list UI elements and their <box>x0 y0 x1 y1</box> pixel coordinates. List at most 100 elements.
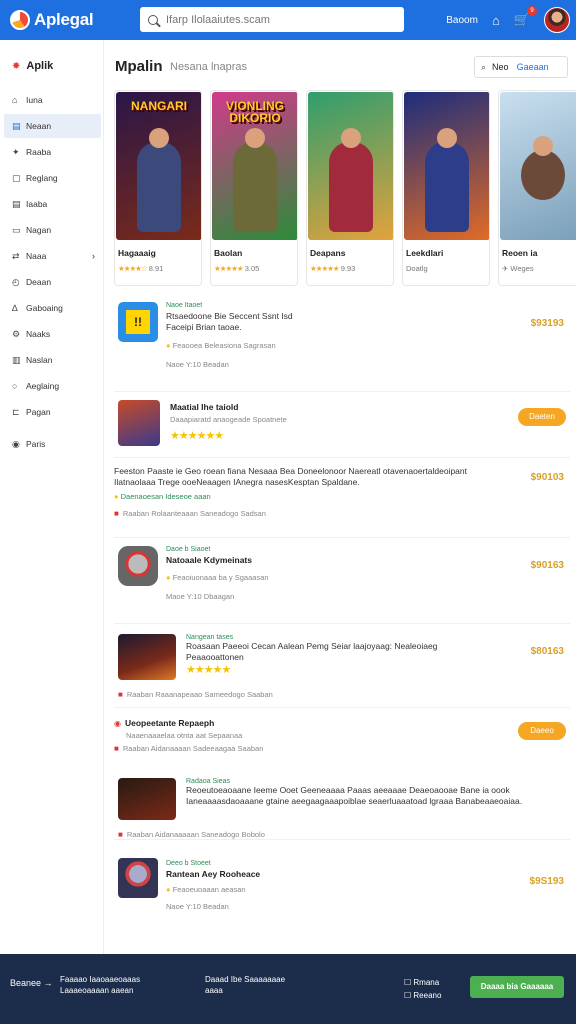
item-text: Daoe b Siaoet Natoaale Kdymeinats ● Feao… <box>166 546 269 601</box>
top-bar-actions: Baoom ⌂ 🛒 9 <box>446 0 570 40</box>
sidebar-item-3[interactable]: ✦ Raaba <box>4 140 101 164</box>
footer-checkbox-2[interactable]: ☐ Reeano <box>404 989 441 1002</box>
sidebar-title: Aplik <box>26 60 54 72</box>
character-figure <box>521 136 565 200</box>
app-icon <box>118 778 176 820</box>
home-icon: ⌂ <box>12 95 18 105</box>
sidebar-item-2[interactable]: ▤ Neaan <box>4 114 101 138</box>
card-score: 3.05 <box>244 264 260 273</box>
main-content: Mpalin Nesana lnapras ⌕ Neo Gaeaan NANGA… <box>104 40 576 954</box>
game-card[interactable]: Leekdlari Doatlg <box>402 90 490 286</box>
dot-icon: ◉ <box>12 438 20 449</box>
sidebar-item-7[interactable]: ⇄ Naaa › <box>4 244 101 268</box>
item-tag: Naoe Itaoet <box>166 302 203 309</box>
sidebar-item-14[interactable]: ◉ Paris <box>4 432 101 456</box>
item-price[interactable]: $9S193 <box>530 876 564 887</box>
sidebar-item-9[interactable]: ∆ Gaboaing <box>4 296 101 320</box>
game-card[interactable]: Deapans ★★★★★ 9.93 <box>306 90 394 286</box>
top-link[interactable]: Baoom <box>446 15 478 26</box>
filter-value: Gaeaan <box>516 62 549 72</box>
avatar[interactable] <box>544 7 570 33</box>
arrow-right-icon: → <box>43 978 53 988</box>
logo[interactable]: Aplegal <box>10 10 140 30</box>
item-text: Naoe Itaoet Rtsaedoone Bie Seccent Ssnt … <box>166 302 446 350</box>
item-title: Natoaale Kdymeinats <box>166 555 252 565</box>
logo-glyph: !! <box>126 310 150 334</box>
sidebar-item-label: Raaba <box>26 147 52 157</box>
card-title: Hagaaaig <box>118 248 156 258</box>
game-card[interactable]: Reoen ia ✈ Weges <box>498 90 576 286</box>
list-item[interactable]: ◉ Ueopeetante Repaeph Naaenaaaelaa otnta … <box>114 708 570 756</box>
item-price[interactable]: $90103 <box>531 472 564 483</box>
list-item[interactable]: Radaoa Sieas Reoeutoeaoaane Ieeme Ooet G… <box>114 756 570 840</box>
item-title-line: ◉ Ueopeetante Repaeph <box>114 718 263 728</box>
search-input[interactable] <box>166 13 386 26</box>
card-meta: Doatlg <box>406 264 428 273</box>
tablet-icon: ▤ <box>12 120 21 131</box>
item-title: Ueopeetante Repaeph <box>124 718 215 728</box>
game-card[interactable]: VIONLING DIKORIO Baolan ★★★★★ 3.05 <box>210 90 298 286</box>
item-meta-text: Feaooea Beleasiona Sagrasan <box>172 341 276 350</box>
star-rating: ★★★★★ <box>310 264 340 273</box>
app-list: !! Naoe Itaoet Rtsaedoone Bie Seccent Ss… <box>114 298 570 916</box>
list-item[interactable]: !! Naoe Itaoet Rtsaedoone Bie Seccent Ss… <box>114 298 570 392</box>
sidebar-item-4[interactable]: ▢ Reglang <box>4 166 101 190</box>
footer-cta-button[interactable]: Daaaa bia Gaaaaaa <box>470 976 564 998</box>
sidebar-item-label: Paris <box>26 439 46 449</box>
footer-link[interactable]: Beanee → <box>10 978 53 988</box>
item-meta: ● Feaoeuoaaan aeasan <box>166 885 260 894</box>
card-score: Weges <box>510 264 534 273</box>
flag-icon: ◉ <box>114 719 121 728</box>
cart-icon[interactable]: 🛒 9 <box>514 6 537 28</box>
action-button[interactable]: Daeeo <box>518 722 566 740</box>
sidebar-item-12[interactable]: ○ Aeglaing <box>4 374 101 398</box>
bell-icon[interactable]: ⌂ <box>492 13 500 28</box>
character-figure <box>425 128 469 232</box>
footer-column-1: Faaaao Iaaoaaeoaaas Laaaeoaaaan aaean <box>60 974 140 996</box>
item-price[interactable]: $93193 <box>531 318 564 329</box>
item-price[interactable]: $80163 <box>531 646 564 657</box>
action-button[interactable]: Daeten <box>518 408 566 426</box>
item-footer-text: Raaban Aidanaaaan Sadeeaagaa Saaban <box>122 744 264 753</box>
item-text: Feeston Paaste ie Geo roean fiana Nesaaa… <box>114 466 500 518</box>
item-price[interactable]: $90163 <box>531 560 564 571</box>
card-meta: ★★★★★ 3.05 <box>214 264 297 273</box>
item-meta-text: Feaoiuonaaa ba y Sgaaasan <box>172 573 269 582</box>
doc-icon: ▥ <box>12 354 21 365</box>
sidebar-item-label: Naslan <box>26 355 53 365</box>
item-footer: ■ Raaban Raaanapeaao Sameedogo Saaban <box>118 690 273 699</box>
sidebar-item-label: Naaa <box>26 251 47 261</box>
card-title: Reoen ia <box>502 248 538 258</box>
chevron-right-icon: › <box>92 251 95 261</box>
sidebar-header: ✸ Aplik <box>12 60 103 72</box>
footer-text: Laaaeoaaaan aaean <box>60 986 134 995</box>
sidebar-item-label: Aeglaing <box>26 381 60 391</box>
game-cover: NANGARI <box>116 92 201 240</box>
sidebar-item-8[interactable]: ◴ Deaan <box>4 270 101 294</box>
footer-option-label: Reeano <box>413 991 442 1000</box>
list-item[interactable]: Maatial Ihe taiold Daaapiaratd anaogeade… <box>114 392 570 458</box>
search-box[interactable] <box>140 7 404 32</box>
notification-badge: 9 <box>527 6 537 16</box>
sidebar-item-5[interactable]: ▤ Iaaba <box>4 192 101 216</box>
list-item[interactable]: Daoe b Siaoet Natoaale Kdymeinats ● Feao… <box>114 538 570 624</box>
filter-label: Neo <box>492 62 509 72</box>
game-card[interactable]: NANGARI Hagaaaig ★★★★☆ 8.91 <box>114 90 202 286</box>
item-description: Reoeutoeaoaane Ieeme Ooet Geeneaaaa Paaa… <box>186 785 523 806</box>
item-meta: ● Feaoiuonaaa ba y Sgaaasan <box>166 573 269 582</box>
list-item[interactable]: Nangean tases Roasaan Paeeoi Cecan Aalea… <box>114 624 570 708</box>
item-text: Maatial Ihe taiold Daaapiaratd anaogeade… <box>170 402 287 442</box>
sidebar-item-11[interactable]: ▥ Naslan <box>4 348 101 372</box>
sidebar-item-1[interactable]: ⌂ Iuna <box>4 88 101 112</box>
bookmark-icon: ■ <box>118 830 123 839</box>
list-item[interactable]: Feeston Paaste ie Geo roean fiana Nesaaa… <box>114 458 570 538</box>
filter-button[interactable]: ⌕ Neo Gaeaan <box>474 56 568 78</box>
sidebar-item-13[interactable]: ⊏ Pagan <box>4 400 101 424</box>
character-figure <box>329 128 373 232</box>
footer-link-label: Beanee <box>10 978 42 988</box>
card-title: Deapans <box>310 248 346 258</box>
sidebar-item-10[interactable]: ⚙ Naaks <box>4 322 101 346</box>
list-item[interactable]: Deeo b Stoeet Rantean Aey Rooheace ● Fea… <box>114 840 570 916</box>
sidebar-item-6[interactable]: ▭ Nagan <box>4 218 101 242</box>
footer-checkbox-1[interactable]: ☐ Rmana <box>404 976 441 989</box>
